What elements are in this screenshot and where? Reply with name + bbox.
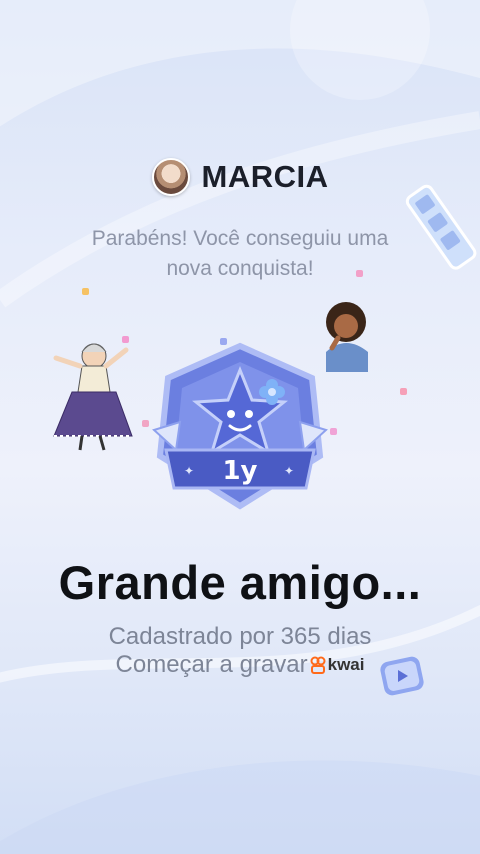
confetti [356,270,363,277]
record-cta-text[interactable]: Começar a gravar [116,651,308,679]
header: MARCIA Parabéns! Você conseguiu uma nova… [0,158,480,284]
svg-text:✦: ✦ [284,464,294,478]
kwai-logo-text: kwai [327,655,365,674]
username: MARCIA [201,159,329,194]
user-avatar[interactable] [151,158,190,196]
user-row: MARCIA [0,158,480,196]
grandma-dancing-sticker[interactable] [52,332,136,452]
confetti [400,388,407,395]
badge-label: 1y [222,456,257,486]
svg-text:✦: ✦ [184,464,194,478]
kwai-logo: kwai [310,651,365,679]
record-play-button[interactable] [378,655,426,697]
congrats-line-2: nova conquista! [166,257,314,280]
confetti [82,288,89,295]
congrats-message: Parabéns! Você conseguiu uma nova conqui… [40,224,440,284]
achievement-title: Grande amigo... [58,556,422,609]
achievement-badge: ✦ ✦ 1y [152,342,328,510]
congrats-line-1: Parabéns! Você conseguiu uma [91,227,389,250]
achievement-subtitle: Cadastrado por 365 dias [108,623,372,650]
kwai-logo-icon [310,656,326,674]
